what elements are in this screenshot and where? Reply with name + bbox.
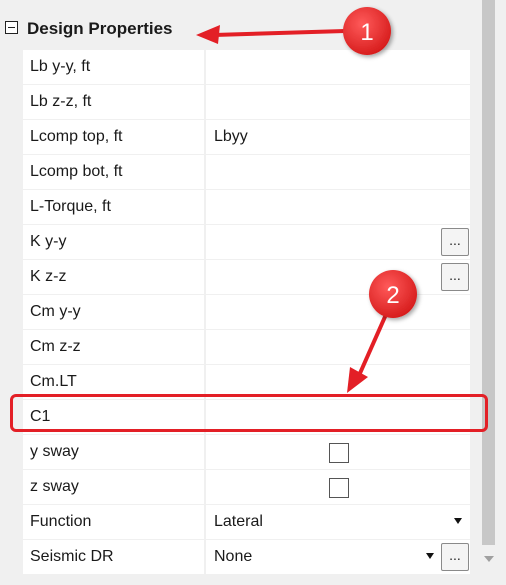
vertical-scrollbar[interactable] [476,0,506,585]
property-value-k-yy[interactable]: ... [206,225,470,259]
property-label: Cm z-z [23,330,204,364]
property-row-cm-zz: Cm z-z [23,329,470,364]
properties-panel: Design Properties Lb y-y, ft Lb z-z, ft … [0,0,476,585]
property-label: Lcomp bot, ft [23,155,204,189]
scroll-down-arrow-icon[interactable] [484,556,494,562]
property-label: Function [23,505,204,539]
property-row-seismic-dr: Seismic DR None ... [23,539,470,574]
property-value-cm-zz[interactable] [206,330,470,364]
property-value-lb-zz[interactable] [206,85,470,119]
property-value-lcomp-top[interactable]: Lbyy [206,120,470,154]
property-label: Lb z-z, ft [23,85,204,119]
property-value-c1[interactable] [206,400,470,434]
property-value-lb-yy[interactable] [206,50,470,84]
seismic-dr-selected-value: None [214,548,253,565]
dropdown-arrow-icon[interactable] [426,553,434,559]
seismic-dr-browse-button[interactable]: ... [441,543,469,571]
property-value-y-sway [206,435,470,469]
scrollbar-thumb[interactable] [482,0,495,545]
property-value-cm-yy[interactable] [206,295,470,329]
property-label: z sway [23,470,204,504]
property-row-cm-yy: Cm y-y [23,294,470,329]
section-header[interactable]: Design Properties [0,15,476,47]
property-row-lcomp-top: Lcomp top, ft Lbyy [23,119,470,154]
property-label: C1 [23,400,204,434]
function-select[interactable]: Lateral [206,505,470,539]
property-label: Seismic DR [23,540,204,574]
property-label: Lb y-y, ft [23,50,204,84]
section-title: Design Properties [27,19,173,38]
property-value-lcomp-bot[interactable] [206,155,470,189]
property-row-k-zz: K z-z ... [23,259,470,294]
property-label: K y-y [23,225,204,259]
property-row-function: Function Lateral [23,504,470,539]
property-label: y sway [23,435,204,469]
property-label: L-Torque, ft [23,190,204,224]
property-label: Lcomp top, ft [23,120,204,154]
property-value-l-torque[interactable] [206,190,470,224]
collapse-toggle-icon[interactable] [5,21,18,34]
function-selected-value: Lateral [214,513,263,530]
property-row-y-sway: y sway [23,434,470,469]
property-label: Cm y-y [23,295,204,329]
property-label: Cm.LT [23,365,204,399]
z-sway-checkbox[interactable] [329,478,349,498]
property-row-z-sway: z sway [23,469,470,504]
property-value-k-zz[interactable]: ... [206,260,470,294]
property-value-z-sway [206,470,470,504]
property-row-lb-zz: Lb z-z, ft [23,84,470,119]
property-row-lb-yy: Lb y-y, ft [23,49,470,84]
y-sway-checkbox[interactable] [329,443,349,463]
seismic-dr-select[interactable]: None ... [206,540,470,574]
property-label: K z-z [23,260,204,294]
property-row-c1: C1 [23,399,470,434]
dropdown-arrow-icon[interactable] [454,518,462,524]
property-row-cm-lt: Cm.LT [23,364,470,399]
k-zz-browse-button[interactable]: ... [441,263,469,291]
property-row-k-yy: K y-y ... [23,224,470,259]
property-value-cm-lt[interactable] [206,365,470,399]
k-yy-browse-button[interactable]: ... [441,228,469,256]
property-row-l-torque: L-Torque, ft [23,189,470,224]
property-row-lcomp-bot: Lcomp bot, ft [23,154,470,189]
property-grid: Lb y-y, ft Lb z-z, ft Lcomp top, ft Lbyy… [23,49,470,574]
